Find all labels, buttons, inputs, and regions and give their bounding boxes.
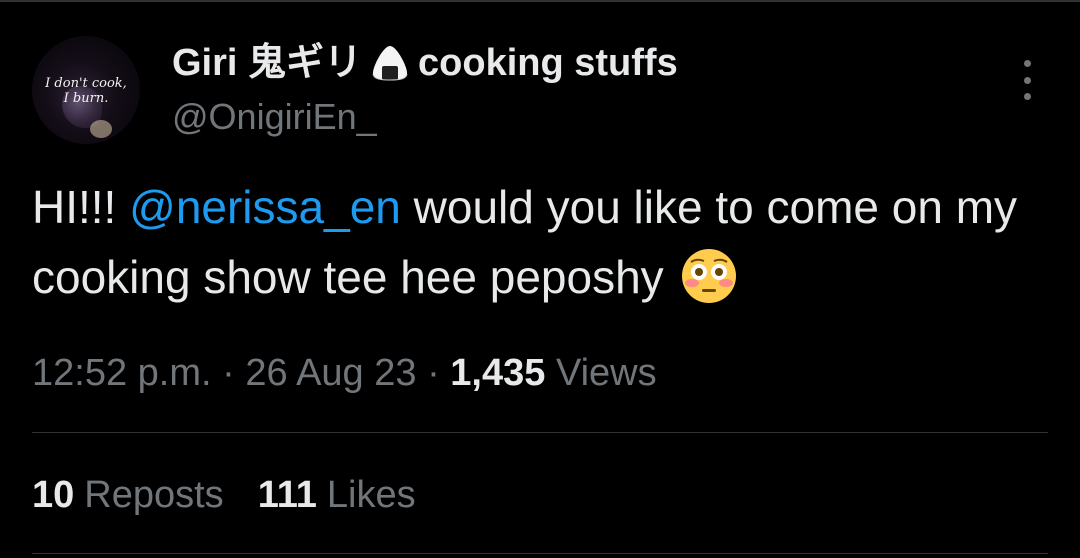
more-options-icon[interactable] xyxy=(1014,60,1040,100)
views-count: 1,435 xyxy=(450,352,546,394)
user-handle[interactable]: @OnigiriEn_ xyxy=(172,94,377,140)
views-label: Views xyxy=(545,352,657,394)
more-dot xyxy=(1023,76,1031,84)
tweet-text: HI!!! @nerissa_en would you like to come… xyxy=(32,172,1052,312)
mention-link[interactable]: @nerissa_en xyxy=(129,181,401,233)
likes-label: Likes xyxy=(326,474,416,516)
display-name-suffix: cooking stuffs xyxy=(418,42,678,84)
onigiri-icon xyxy=(372,46,408,81)
top-border xyxy=(0,0,1080,2)
meta-separator: · xyxy=(211,352,246,394)
meta-separator: · xyxy=(416,352,451,394)
avatar-figure-highlight xyxy=(90,120,112,138)
likes-count: 111 xyxy=(257,474,317,516)
tweet-time[interactable]: 12:52 p.m. xyxy=(32,352,212,394)
divider xyxy=(32,432,1048,433)
avatar[interactable]: I don't cook, I burn. xyxy=(32,36,140,144)
reposts-stat[interactable]: 10 Reposts xyxy=(32,470,224,520)
more-dot xyxy=(1023,93,1031,100)
display-name[interactable]: Giri 鬼ギリ cooking stuffs xyxy=(172,38,678,88)
tweet-meta: 12:52 p.m. · 26 Aug 23 · 1,435 Views xyxy=(32,348,657,398)
more-dot xyxy=(1023,60,1031,67)
tweet-text-start: HI!!! xyxy=(32,181,130,233)
reposts-label: Reposts xyxy=(84,474,224,516)
likes-stat[interactable]: 111 Likes xyxy=(258,470,416,520)
reposts-count: 10 xyxy=(32,474,75,516)
engagement-stats: 10 Reposts 111 Likes xyxy=(32,470,416,520)
divider xyxy=(32,553,1048,554)
tweet-date[interactable]: 26 Aug 23 xyxy=(245,352,416,394)
display-name-prefix: Giri 鬼ギリ xyxy=(172,42,363,84)
avatar-text: I don't cook, I burn. xyxy=(45,76,127,106)
flushed-face-emoji-icon xyxy=(682,249,737,303)
